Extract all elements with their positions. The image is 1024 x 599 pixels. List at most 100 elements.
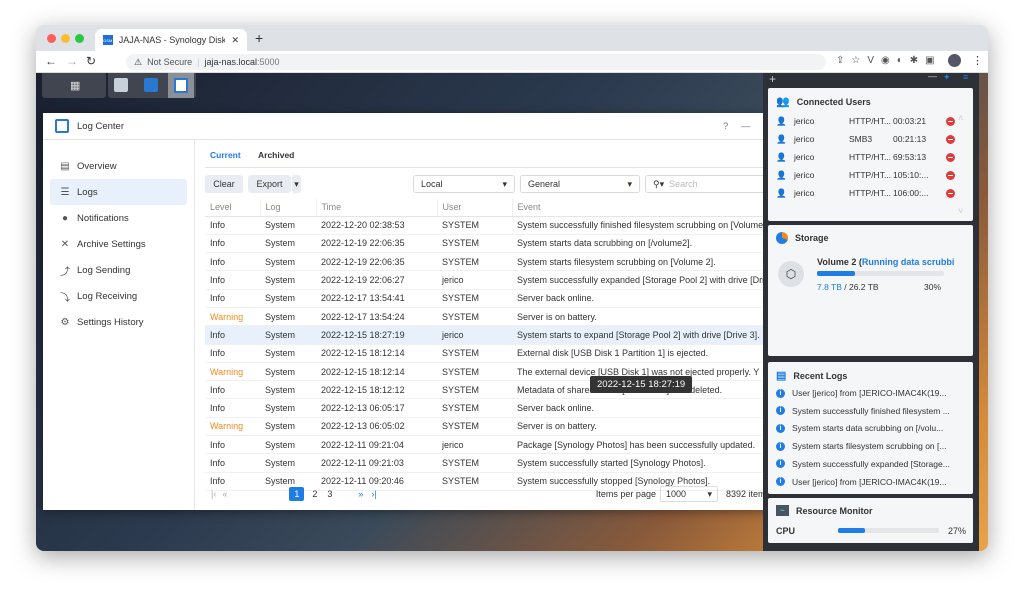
- last-page-icon[interactable]: ›|: [371, 489, 376, 499]
- scroll-down-icon[interactable]: ˅: [958, 206, 963, 216]
- url-input[interactable]: ⚠ Not Secure | jaja-nas.local:5000: [126, 54, 826, 70]
- table-row[interactable]: Info System 2022-12-11 09:21:03 SYSTEM Syste…: [205, 453, 770, 473]
- cell-level: Info: [205, 252, 260, 272]
- user-name: jerico: [794, 152, 815, 162]
- receive-icon: ⤵: [60, 292, 70, 304]
- recent-log-item[interactable]: i System starts filesystem scrubbing on […: [776, 437, 946, 455]
- items-per-page-value: 1000: [665, 489, 686, 499]
- cell-event: System starts data scrubbing on [/volume…: [512, 234, 770, 254]
- recent-log-item[interactable]: i System successfully expanded [Storage..…: [776, 455, 950, 473]
- zoom-window-button[interactable]: [75, 34, 84, 43]
- recent-log-item[interactable]: i User [jerico] from [JERICO-IMAC4K(19...: [776, 384, 946, 402]
- overview-icon: ▤: [60, 160, 70, 172]
- gear-icon: ⚙: [60, 316, 70, 328]
- disconnect-user-button[interactable]: [946, 152, 955, 162]
- column-header-log[interactable]: Log: [260, 199, 317, 217]
- export-button[interactable]: Export: [248, 175, 291, 193]
- page-1-button[interactable]: 1: [289, 487, 305, 501]
- pin-icon[interactable]: ✦: [943, 72, 951, 83]
- log-center-taskbar-icon[interactable]: [168, 73, 194, 98]
- minimize-window-button[interactable]: [61, 34, 70, 43]
- column-header-level[interactable]: Level: [205, 199, 261, 217]
- table-row[interactable]: Info System 2022-12-17 13:54:41 SYSTEM Serve…: [205, 289, 770, 308]
- cell-time: 2022-12-19 22:06:35: [316, 234, 437, 254]
- sidebar-item-log-sending[interactable]: ⤴ Log Sending: [50, 257, 187, 283]
- cpu-usage-bar: [838, 528, 939, 533]
- disconnect-user-button[interactable]: [946, 188, 955, 198]
- first-page-icon[interactable]: |‹: [211, 489, 216, 499]
- column-header-event[interactable]: Event: [512, 199, 770, 217]
- scroll-up-icon[interactable]: ˄: [958, 113, 963, 123]
- page-2-button[interactable]: 2: [312, 489, 317, 499]
- widget-title: Connected Users: [796, 96, 871, 107]
- next-page-icon[interactable]: »: [358, 489, 363, 499]
- recent-log-item[interactable]: i User [jerico] from [JERICO-IMAC4K(19...: [776, 473, 946, 491]
- cell-user: SYSTEM: [437, 398, 512, 418]
- browser-tab[interactable]: DSM JAJA-NAS - Synology DiskStat ✕: [95, 29, 247, 51]
- prev-page-icon[interactable]: «: [222, 489, 227, 499]
- items-per-page-select[interactable]: 1000 ▾: [659, 486, 718, 502]
- sidebar-item-logs[interactable]: ☰ Logs: [50, 179, 187, 205]
- column-header-user[interactable]: User: [437, 199, 513, 217]
- window-titlebar[interactable]: Log Center ? —: [43, 113, 770, 140]
- disconnect-user-button[interactable]: [946, 134, 955, 144]
- table-row[interactable]: Info System 2022-12-11 09:21:04 jerico Packa…: [205, 435, 770, 455]
- source-select[interactable]: Local ▾: [413, 175, 515, 193]
- user-icon: 👤: [776, 187, 787, 198]
- main-menu-button[interactable]: ▦: [42, 73, 106, 98]
- storage-manager-icon[interactable]: [114, 78, 128, 92]
- control-panel-icon[interactable]: [144, 78, 158, 92]
- recent-log-item[interactable]: i System starts data scrubbing on [/volu.…: [776, 419, 943, 437]
- desktop: ▦ Log Center ? — ▤ Overview ☰ Logs ● Notifi…: [36, 71, 988, 551]
- close-tab-icon[interactable]: ✕: [231, 35, 239, 46]
- menu-icon[interactable]: ⋮: [972, 54, 983, 67]
- table-row[interactable]: Warning System 2022-12-17 13:54:24 SYSTEM Se…: [205, 307, 770, 327]
- url-host: jaja-nas.local: [204, 57, 257, 67]
- close-window-button[interactable]: [47, 34, 56, 43]
- recent-log-item[interactable]: i System successfully finished filesystem…: [776, 402, 950, 420]
- minimize-panel-icon[interactable]: —: [928, 71, 937, 81]
- page-3-button[interactable]: 3: [327, 489, 332, 499]
- export-dropdown-icon[interactable]: ▾: [291, 175, 301, 193]
- add-widget-icon[interactable]: +: [769, 72, 776, 86]
- widget-title: Resource Monitor: [796, 505, 873, 516]
- sidebar-item-overview[interactable]: ▤ Overview: [50, 153, 187, 179]
- table-row[interactable]: Info System 2022-12-15 18:27:19 jerico Syste…: [205, 325, 770, 345]
- panel-toggle-icon[interactable]: ≡: [963, 72, 968, 82]
- table-row[interactable]: Info System 2022-12-15 18:12:14 SYSTEM Exter…: [205, 344, 770, 363]
- clear-button[interactable]: Clear: [205, 175, 243, 193]
- tab-bar: DSM JAJA-NAS - Synology DiskStat ✕ +: [36, 25, 988, 51]
- minimize-button[interactable]: —: [741, 121, 751, 132]
- table-row[interactable]: Info System 2022-12-19 22:06:35 SYSTEM Syste…: [205, 252, 770, 272]
- user-icon: 👤: [776, 151, 787, 162]
- sidebar-item-settings-history[interactable]: ⚙ Settings History: [50, 309, 187, 335]
- sidebar-item-notifications[interactable]: ● Notifications: [50, 205, 187, 231]
- connected-user-row: 👤 jerico HTTP/HT... 69:53:13: [776, 148, 955, 166]
- column-header-time[interactable]: Time: [316, 199, 438, 217]
- profile-avatar[interactable]: [948, 54, 961, 67]
- disconnect-user-button[interactable]: [946, 116, 955, 126]
- new-tab-icon[interactable]: +: [255, 30, 263, 46]
- help-button[interactable]: ?: [723, 121, 728, 132]
- extension-icons[interactable]: ⇪☆V◉◐✱▣: [836, 55, 942, 66]
- reload-icon[interactable]: ↻: [86, 54, 96, 68]
- category-select[interactable]: General ▾: [520, 175, 640, 193]
- forward-icon[interactable]: →: [66, 54, 78, 68]
- table-row[interactable]: Info System 2022-12-19 22:06:35 SYSTEM Syste…: [205, 234, 770, 254]
- monitor-icon: ~: [776, 505, 789, 516]
- tab-current[interactable]: Current: [210, 150, 241, 160]
- user-duration: 106:00:...: [893, 188, 929, 198]
- table-row[interactable]: Info System 2022-12-20 02:38:53 SYSTEM Syste…: [205, 216, 770, 235]
- info-icon: i: [776, 388, 785, 398]
- disconnect-user-button[interactable]: [946, 170, 955, 180]
- tab-archived[interactable]: Archived: [258, 150, 294, 160]
- table-row[interactable]: Warning System 2022-12-13 06:05:02 SYSTEM Se…: [205, 417, 770, 437]
- sidebar-item-label: Overview: [77, 160, 117, 172]
- recent-log-text: User [jerico] from [JERICO-IMAC4K(19...: [792, 388, 947, 398]
- table-row[interactable]: Info System 2022-12-19 22:06:27 jerico Syste…: [205, 270, 770, 290]
- sidebar-item-log-receiving[interactable]: ⤵ Log Receiving: [50, 283, 187, 309]
- search-input[interactable]: ⚲▾ Search: [645, 175, 770, 193]
- sidebar-item-archive-settings[interactable]: ✕ Archive Settings: [50, 231, 187, 257]
- back-icon[interactable]: ←: [45, 54, 57, 68]
- table-row[interactable]: Info System 2022-12-13 06:05:17 SYSTEM Serve…: [205, 398, 770, 418]
